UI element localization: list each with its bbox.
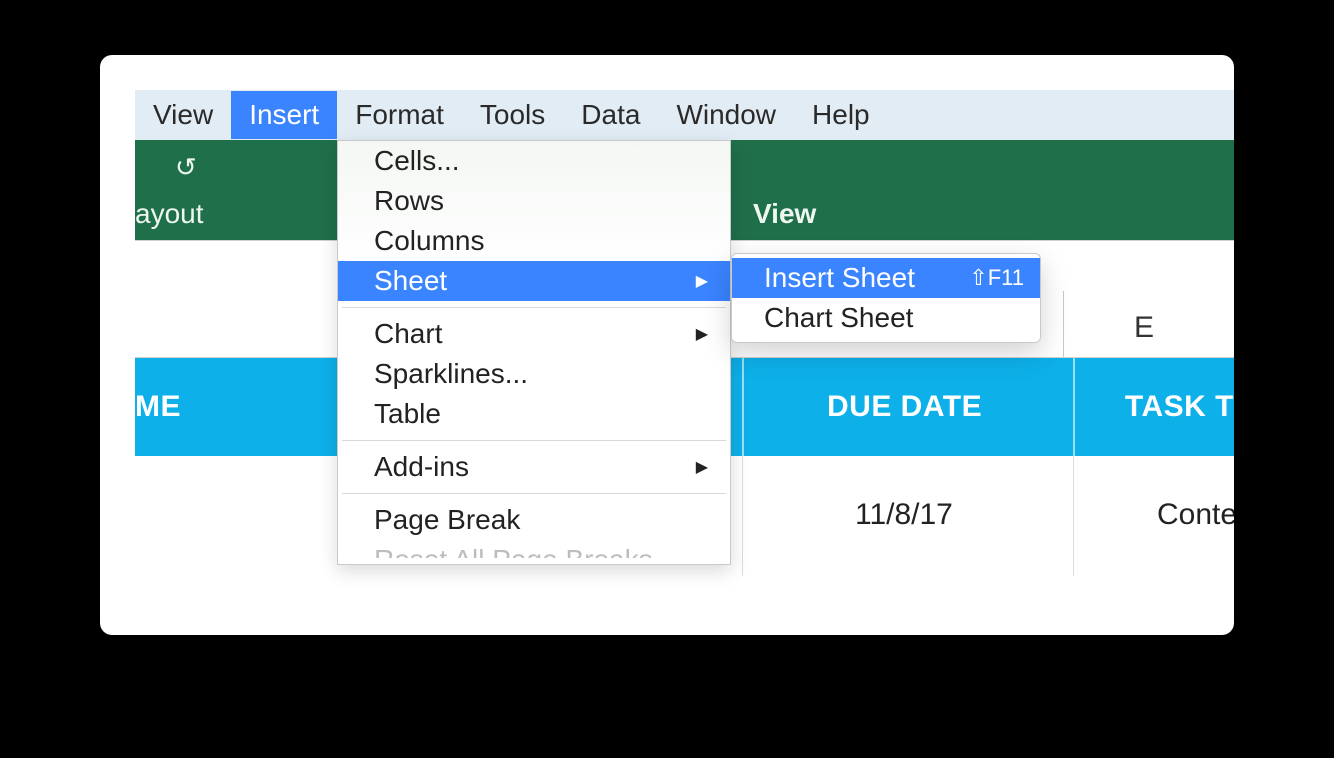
submenu-item-label: Chart Sheet bbox=[764, 302, 913, 333]
ribbon-tab-view[interactable]: View bbox=[753, 198, 816, 230]
menu-item-columns[interactable]: Columns bbox=[338, 221, 730, 261]
col-separator bbox=[1073, 358, 1075, 456]
menu-item-sparklines[interactable]: Sparklines... bbox=[338, 354, 730, 394]
menu-item-label: Reset All Page Breaks bbox=[374, 544, 653, 558]
col-separator bbox=[742, 456, 743, 576]
submenu-item-chart-sheet[interactable]: Chart Sheet bbox=[732, 298, 1040, 338]
sheet-submenu[interactable]: Insert Sheet ⇧F11 Chart Sheet bbox=[731, 253, 1041, 343]
column-header-e[interactable]: E bbox=[1134, 311, 1154, 345]
menu-insert[interactable]: Insert bbox=[231, 91, 337, 139]
menu-separator bbox=[342, 440, 726, 441]
menu-format[interactable]: Format bbox=[337, 91, 462, 139]
menu-item-rows[interactable]: Rows bbox=[338, 181, 730, 221]
col-separator bbox=[742, 358, 744, 456]
th-name-partial: ME bbox=[135, 390, 181, 424]
menu-item-label: Page Break bbox=[374, 504, 520, 535]
ribbon-tab-layout-partial[interactable]: ayout bbox=[135, 198, 204, 230]
menu-item-chart[interactable]: Chart ▶ bbox=[338, 314, 730, 354]
menu-tools[interactable]: Tools bbox=[462, 91, 563, 139]
menu-item-label: Sparklines... bbox=[374, 358, 528, 389]
th-due-date: DUE DATE bbox=[827, 390, 982, 424]
menu-item-label: Columns bbox=[374, 225, 484, 256]
cell-due-date[interactable]: 11/8/17 bbox=[855, 498, 953, 532]
submenu-item-label: Insert Sheet bbox=[764, 262, 915, 293]
menu-help[interactable]: Help bbox=[794, 91, 888, 139]
menu-item-sheet[interactable]: Sheet ▶ bbox=[338, 261, 730, 301]
menu-separator bbox=[342, 307, 726, 308]
menu-separator bbox=[342, 493, 726, 494]
submenu-arrow-icon: ▶ bbox=[696, 271, 708, 291]
app-window: View Insert Format Tools Data Window Hel… bbox=[100, 90, 1234, 635]
menu-item-label: Chart bbox=[374, 318, 442, 349]
keyboard-shortcut: ⇧F11 bbox=[969, 265, 1024, 291]
column-divider bbox=[1063, 291, 1064, 357]
menu-item-cells[interactable]: Cells... bbox=[338, 141, 730, 181]
menu-item-label: Add-ins bbox=[374, 451, 469, 482]
menu-item-label: Rows bbox=[374, 185, 444, 216]
undo-icon[interactable]: ↺ bbox=[175, 152, 197, 183]
menu-item-reset-page-breaks: Reset All Page Breaks bbox=[338, 540, 730, 558]
menu-item-addins[interactable]: Add-ins ▶ bbox=[338, 447, 730, 487]
menu-item-label: Table bbox=[374, 398, 441, 429]
submenu-arrow-icon: ▶ bbox=[696, 324, 708, 344]
menu-item-page-break[interactable]: Page Break bbox=[338, 500, 730, 540]
submenu-item-insert-sheet[interactable]: Insert Sheet ⇧F11 bbox=[732, 258, 1040, 298]
menu-item-label: Cells... bbox=[374, 145, 460, 176]
menu-item-table[interactable]: Table bbox=[338, 394, 730, 434]
menu-view[interactable]: View bbox=[135, 91, 231, 139]
th-task-partial: TASK T bbox=[1125, 390, 1234, 424]
cell-task-partial[interactable]: Conte bbox=[1157, 498, 1234, 532]
insert-dropdown[interactable]: Cells... Rows Columns Sheet ▶ Chart ▶ Sp… bbox=[337, 140, 731, 565]
menu-bar: View Insert Format Tools Data Window Hel… bbox=[135, 90, 1234, 140]
menu-window[interactable]: Window bbox=[658, 91, 794, 139]
col-separator bbox=[1073, 456, 1074, 576]
menu-data[interactable]: Data bbox=[563, 91, 658, 139]
screenshot-card: View Insert Format Tools Data Window Hel… bbox=[100, 55, 1234, 635]
submenu-arrow-icon: ▶ bbox=[696, 457, 708, 477]
menu-item-label: Sheet bbox=[374, 265, 447, 296]
